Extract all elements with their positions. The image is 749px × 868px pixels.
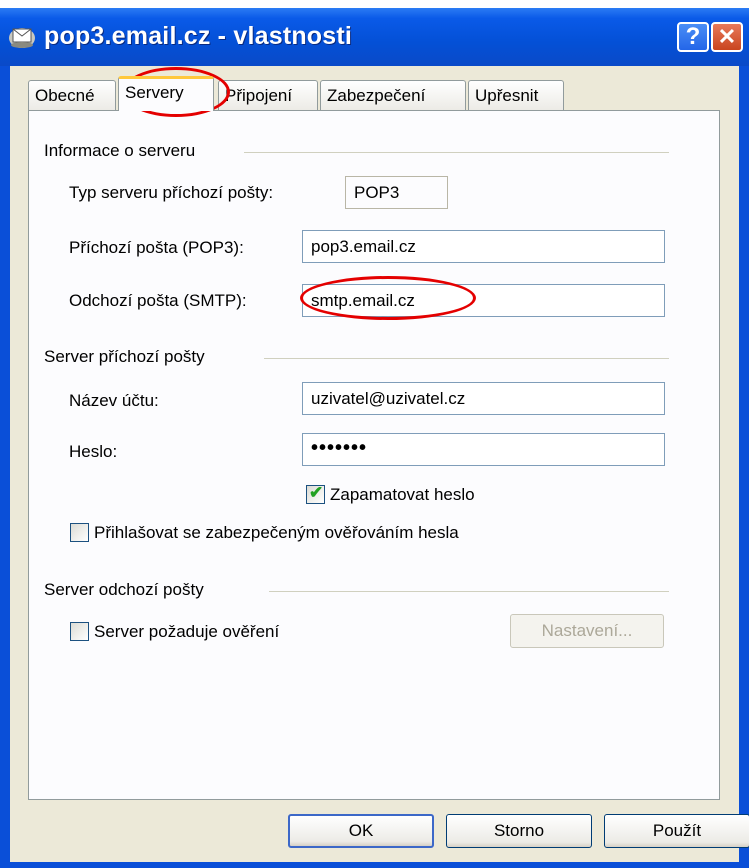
- password-label: Heslo:: [69, 442, 118, 461]
- tab-pripojeni[interactable]: Připojení: [218, 80, 318, 110]
- cancel-button[interactable]: Storno: [446, 814, 592, 848]
- group-divider: [264, 358, 669, 359]
- account-name-input[interactable]: uzivatel@uzivatel.cz: [302, 382, 665, 415]
- incoming-server-input[interactable]: pop3.email.cz: [302, 230, 665, 263]
- secure-auth-checkbox[interactable]: [70, 523, 89, 542]
- group-outgoing-label: Server odchozí pošty: [44, 580, 204, 599]
- incoming-server-label: Příchozí pošta (POP3):: [69, 238, 244, 257]
- window-title: pop3.email.cz - vlastnosti: [44, 22, 353, 50]
- server-type-value: POP3: [345, 176, 448, 209]
- server-requires-auth-label[interactable]: Server požaduje ověření: [94, 622, 279, 642]
- account-name-label: Název účtu:: [69, 391, 159, 410]
- title-bar[interactable]: pop3.email.cz - vlastnosti ? ✕: [0, 8, 749, 66]
- mail-account-icon: [9, 28, 35, 48]
- server-type-label: Typ serveru příchozí pošty:: [69, 183, 274, 202]
- annotation-circle-smtp: [300, 276, 476, 320]
- dialog-window: pop3.email.cz - vlastnosti ? ✕ Obecné Se…: [0, 0, 749, 868]
- group-server-info-label: Informace o serveru: [44, 141, 196, 160]
- group-divider: [244, 152, 669, 153]
- secure-auth-label[interactable]: Přihlašovat se zabezpečeným ověřováním h…: [94, 523, 459, 543]
- tab-zabezpeceni[interactable]: Zabezpečení: [320, 80, 466, 110]
- help-button[interactable]: ?: [677, 22, 709, 52]
- tab-strip: Obecné Servery Připojení Zabezpečení Upř…: [28, 76, 728, 112]
- close-button[interactable]: ✕: [711, 22, 743, 52]
- group-incoming-label: Server příchozí pošty: [44, 347, 205, 366]
- settings-button[interactable]: Nastavení...: [510, 614, 664, 648]
- group-divider: [269, 591, 669, 592]
- checkmark-icon: ✔: [309, 483, 324, 502]
- remember-password-label[interactable]: Zapamatovat heslo: [330, 485, 475, 505]
- top-clipped-text: [0, 0, 749, 8]
- apply-button[interactable]: Použít: [604, 814, 749, 848]
- servers-tab-page: Informace o serveru Typ serveru příchozí…: [28, 110, 720, 800]
- remember-password-checkbox[interactable]: ✔: [306, 483, 325, 504]
- outgoing-server-label: Odchozí pošta (SMTP):: [69, 291, 247, 310]
- tab-upresnit[interactable]: Upřesnit: [468, 80, 564, 110]
- ok-button[interactable]: OK: [288, 814, 434, 848]
- dialog-body: Obecné Servery Připojení Zabezpečení Upř…: [10, 66, 749, 862]
- password-input[interactable]: •••••••: [302, 433, 665, 466]
- tab-obecne[interactable]: Obecné: [28, 80, 116, 110]
- server-requires-auth-checkbox[interactable]: [70, 622, 89, 641]
- tab-servery[interactable]: Servery: [118, 76, 214, 111]
